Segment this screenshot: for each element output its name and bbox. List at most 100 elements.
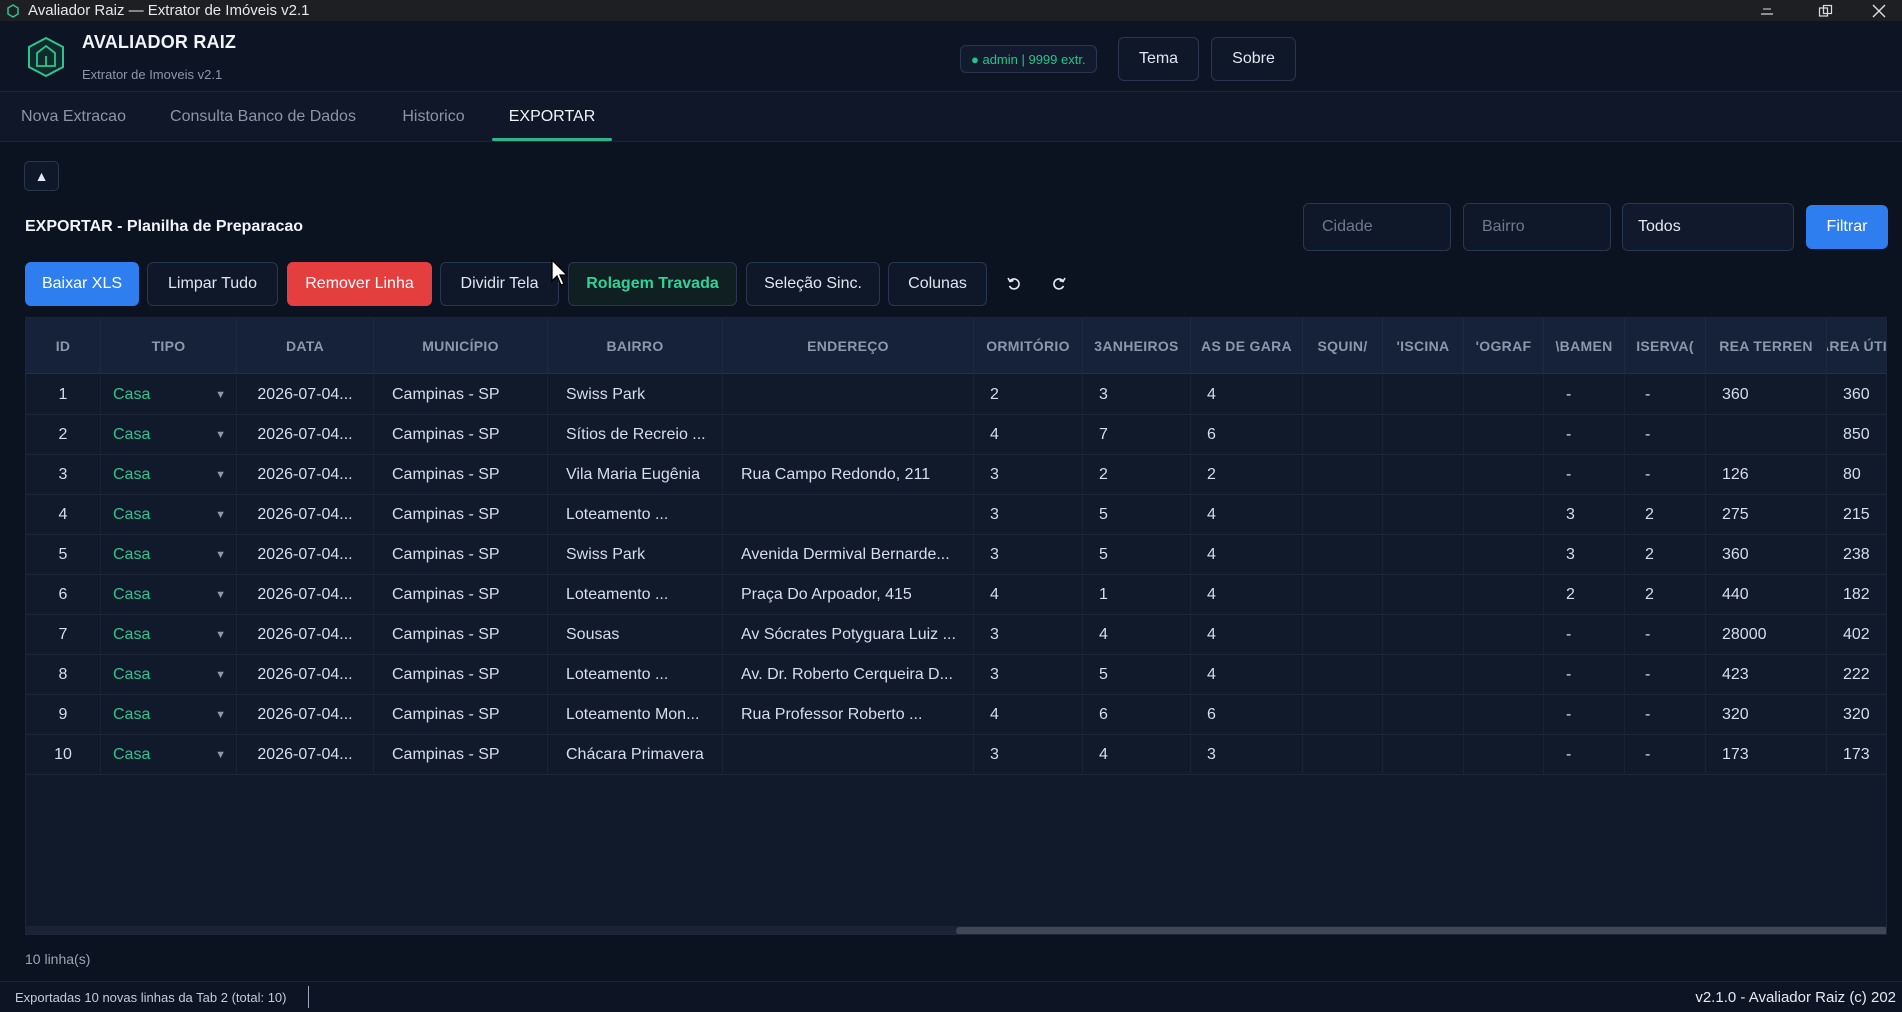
col-id[interactable]: ID [26,318,101,374]
cell-topografia [1464,415,1544,455]
cell-dormitorios-text: 3 [990,506,999,523]
cell-area-terreno-text: 126 [1722,466,1749,483]
cell-conservacao: - [1625,375,1706,415]
bairro-filter-input[interactable] [1463,203,1611,251]
clear-all-button[interactable]: Limpar Tudo [147,262,278,306]
table-row[interactable]: 9 Casa ▼ 2026-07-04... Campinas - SP Loteamen… [26,695,1886,735]
col-piscina[interactable]: 'ISCINA [1383,318,1464,374]
col-bairro[interactable]: BAIRRO [548,318,723,374]
download-xls-button[interactable]: Baixar XLS [25,262,139,306]
cell-id: 4 [26,495,101,535]
dropdown-arrow-icon[interactable]: ▼ [215,509,226,521]
tipo-filter-select[interactable]: Todos [1622,203,1794,251]
dropdown-arrow-icon[interactable]: ▼ [215,549,226,561]
restore-icon[interactable] [1803,0,1849,21]
dropdown-arrow-icon[interactable]: ▼ [215,749,226,761]
tab-nova-extracao[interactable]: Nova Extracao [12,92,135,142]
dropdown-arrow-icon[interactable]: ▼ [215,709,226,721]
cell-data: 2026-07-04... [237,495,374,535]
tab-consulta-banco[interactable]: Consulta Banco de Dados [162,92,364,142]
dropdown-arrow-icon[interactable]: ▼ [215,389,226,401]
cell-endereco [723,735,974,775]
col-data[interactable]: DATA [237,318,374,374]
remove-row-button[interactable]: Remover Linha [287,262,432,306]
collapse-button[interactable]: ▲ [24,161,59,191]
about-button[interactable]: Sobre [1211,37,1296,81]
close-icon[interactable] [1856,0,1902,21]
redo-icon[interactable] [1046,271,1072,297]
cell-tipo[interactable]: Casa ▼ [101,735,237,775]
table-row[interactable]: 1 Casa ▼ 2026-07-04... Campinas - SP Swiss Pa… [26,375,1886,415]
cell-tipo[interactable]: Casa ▼ [101,375,237,415]
cell-topografia [1464,695,1544,735]
tab-historico[interactable]: Historico [393,92,474,142]
scroll-lock-button[interactable]: Rolagem Travada [568,262,737,306]
split-screen-button[interactable]: Dividir Tela [440,262,559,306]
col-conservacao[interactable]: ISERVA( [1625,318,1706,374]
col-area-util[interactable]: ÁREA ÚTI [1827,318,1886,374]
col-dormitorios[interactable]: ORMITÓRIO [974,318,1083,374]
cell-tipo[interactable]: Casa ▼ [101,695,237,735]
cell-conservacao-text: 2 [1645,506,1654,523]
col-topografia[interactable]: 'OGRAF [1464,318,1544,374]
cell-tipo[interactable]: Casa ▼ [101,575,237,615]
cell-vagas-text: 4 [1207,506,1216,523]
cell-tipo[interactable]: Casa ▼ [101,615,237,655]
theme-button[interactable]: Tema [1118,37,1199,81]
col-esquina[interactable]: SQUIN/ [1303,318,1383,374]
cell-conservacao: - [1625,455,1706,495]
cell-topografia [1464,575,1544,615]
cell-tipo[interactable]: Casa ▼ [101,495,237,535]
minimize-icon[interactable] [1744,0,1790,21]
table-row[interactable]: 5 Casa ▼ 2026-07-04... Campinas - SP Swiss Pa… [26,535,1886,575]
cell-area-util: 222 [1827,655,1886,695]
col-tipo[interactable]: TIPO [101,318,237,374]
cidade-filter-input[interactable] [1303,203,1451,251]
table-row[interactable]: 3 Casa ▼ 2026-07-04... Campinas - SP Vila Mar… [26,455,1886,495]
col-banheiros[interactable]: 3ANHEIROS [1083,318,1191,374]
dropdown-arrow-icon[interactable]: ▼ [215,629,226,641]
cell-tipo[interactable]: Casa ▼ [101,535,237,575]
cell-tipo[interactable]: Casa ▼ [101,415,237,455]
undo-icon[interactable] [1001,271,1027,297]
cell-dormitorios-text: 3 [990,626,999,643]
col-municipio[interactable]: MUNICÍPIO [374,318,548,374]
dropdown-arrow-icon[interactable]: ▼ [215,469,226,481]
dropdown-arrow-icon[interactable]: ▼ [215,589,226,601]
col-area-terreno[interactable]: REA TERREN [1706,318,1827,374]
cell-dormitorios: 3 [974,655,1083,695]
sync-selection-button[interactable]: Seleção Sinc. [746,262,880,306]
dropdown-arrow-icon[interactable]: ▼ [215,669,226,681]
table-row[interactable]: 7 Casa ▼ 2026-07-04... Campinas - SP Sousas Av… [26,615,1886,655]
cell-tipo-text: Casa [113,466,151,483]
cell-piscina [1383,655,1464,695]
col-acabamento[interactable]: \BAMEN [1544,318,1625,374]
cell-tipo[interactable]: Casa ▼ [101,455,237,495]
status-message: Exportadas 10 novas linhas da Tab 2 (tot… [15,990,287,1005]
cell-id: 1 [26,375,101,415]
table-row[interactable]: 10 Casa ▼ 2026-07-04... Campinas - SP Chácara… [26,735,1886,775]
cell-area-terreno-text: 275 [1722,506,1749,523]
cell-bairro-text: Loteamento ... [566,586,669,603]
tab-exportar[interactable]: EXPORTAR [492,92,612,142]
filter-button[interactable]: Filtrar [1806,205,1888,249]
table-row[interactable]: 8 Casa ▼ 2026-07-04... Campinas - SP Loteamen… [26,655,1886,695]
table-row[interactable]: 2 Casa ▼ 2026-07-04... Campinas - SP Sítios d… [26,415,1886,455]
col-vagas-garagem[interactable]: AS DE GARA [1191,318,1303,374]
cell-data: 2026-07-04... [237,535,374,575]
cell-banheiros-text: 7 [1099,426,1108,443]
scrollbar-thumb[interactable] [956,927,1886,934]
cell-banheiros-text: 5 [1099,666,1108,683]
col-endereco[interactable]: ENDEREÇO [723,318,974,374]
cell-id-text: 4 [58,506,68,523]
horizontal-scrollbar[interactable] [26,926,1886,934]
dropdown-arrow-icon[interactable]: ▼ [215,429,226,441]
table-row[interactable]: 6 Casa ▼ 2026-07-04... Campinas - SP Loteamen… [26,575,1886,615]
cell-tipo[interactable]: Casa ▼ [101,655,237,695]
cell-data-text: 2026-07-04... [257,506,353,523]
cell-vagas: 6 [1191,695,1303,735]
cell-area-terreno-text: 28000 [1722,626,1767,643]
table-row[interactable]: 4 Casa ▼ 2026-07-04... Campinas - SP Loteamen… [26,495,1886,535]
columns-button[interactable]: Colunas [888,262,987,306]
cell-tipo-text: Casa [113,746,151,763]
